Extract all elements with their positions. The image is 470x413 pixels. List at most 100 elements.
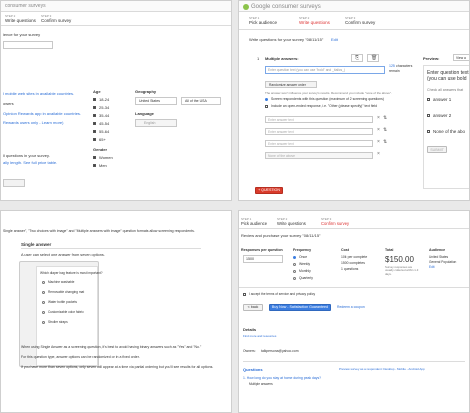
- audience-edit-link[interactable]: Edit: [429, 265, 435, 270]
- copy-question-button[interactable]: ⎘: [351, 54, 363, 62]
- answer-input[interactable]: Enter answer text: [265, 140, 373, 147]
- answer-placeholder: Enter answer text: [268, 118, 294, 122]
- back-button[interactable]: < back: [243, 304, 263, 311]
- tab-write-questions-active[interactable]: Write questions: [299, 20, 330, 25]
- question-text-input[interactable]: Enter question text (you can use "bold" …: [265, 66, 385, 74]
- preview-answer-checkbox[interactable]: [427, 98, 430, 101]
- answer-input[interactable]: Enter answer text: [265, 116, 373, 123]
- screen-respondents-label: Screen respondents with this question (m…: [271, 97, 384, 101]
- close-icon[interactable]: ×: [377, 116, 380, 121]
- screen-respondents-option[interactable]: [265, 98, 268, 101]
- preview-answer-checkbox[interactable]: [427, 114, 430, 117]
- redeem-coupon-link[interactable]: Redeem a coupon: [337, 305, 365, 310]
- more-resources-link[interactable]: Find more and resources: [243, 334, 276, 339]
- reorder-icon[interactable]: ⇅: [383, 116, 387, 121]
- frequency-label: Once: [299, 255, 308, 259]
- terms-checkbox[interactable]: [243, 293, 246, 296]
- gender-checkbox-men[interactable]: [93, 164, 96, 167]
- age-label: 55-64: [99, 129, 110, 134]
- divider: [1, 25, 231, 26]
- phone-option-radio[interactable]: [42, 291, 45, 294]
- age-checkbox[interactable]: [93, 122, 96, 125]
- delete-question-button[interactable]: 🗑: [367, 54, 379, 62]
- close-icon[interactable]: ×: [377, 152, 380, 157]
- age-checkbox[interactable]: [93, 130, 96, 133]
- buy-now-button[interactable]: Buy Now - Satisfaction Guaranteed: [269, 304, 331, 311]
- next-button-area[interactable]: [3, 179, 25, 187]
- divider: [243, 361, 465, 362]
- open-ended-label: Include an open-ended response, i.e. "Ot…: [271, 104, 378, 108]
- option-rewards-app[interactable]: Opinion Rewards app in available countri…: [3, 111, 81, 116]
- option-mobile-web[interactable]: l mobile web sites in available countrie…: [3, 91, 74, 96]
- none-above-input[interactable]: None of the above: [265, 152, 373, 159]
- gender-checkbox-women[interactable]: [93, 156, 96, 159]
- age-label: 25-34: [99, 105, 110, 110]
- phone-option-radio[interactable]: [42, 281, 45, 284]
- language-select[interactable]: English: [135, 119, 177, 127]
- reorder-icon[interactable]: ⇅: [383, 128, 387, 133]
- formats-note: Single answer", "Two choices with image"…: [3, 229, 195, 233]
- question-1-link[interactable]: 1. How long do you stay at home during p…: [243, 376, 321, 381]
- phone-option-label: Customizable color fabric: [48, 310, 84, 314]
- terms-label: I accept the terms of service and privac…: [249, 292, 316, 296]
- tab-confirm-survey[interactable]: Confirm survey: [345, 20, 375, 25]
- paragraph-randomize: For this question type, answer options c…: [21, 355, 140, 359]
- age-checkbox[interactable]: [93, 114, 96, 117]
- instruction-text: Write questions for your survey "08/11/1…: [249, 37, 324, 42]
- tab-confirm-survey[interactable]: Confirm survey: [41, 18, 71, 23]
- country-select[interactable]: United States: [135, 97, 177, 105]
- frequency-radio-quarterly[interactable]: [293, 277, 296, 280]
- audience-input[interactable]: [3, 41, 53, 49]
- question-number: 1: [257, 56, 260, 61]
- price-table-link[interactable]: ally length. See full price table.: [3, 160, 57, 165]
- age-checkbox[interactable]: [93, 138, 96, 141]
- paragraph-screening: When using Single Answer as a screening …: [21, 345, 202, 349]
- panel-confirm-survey: STEP 1 Pick audience STEP 2 Write questi…: [238, 210, 470, 413]
- tab-confirm-survey-active[interactable]: Confirm survey: [321, 221, 349, 226]
- preview-title: Preview:: [423, 56, 440, 61]
- intro-text: ience for your survey: [3, 32, 41, 37]
- tab-write-questions[interactable]: Write questions: [277, 221, 306, 226]
- age-checkbox[interactable]: [93, 98, 96, 101]
- age-title: Age: [93, 89, 101, 94]
- add-question-button[interactable]: + QUESTION: [255, 187, 283, 194]
- answer-order-select[interactable]: Randomize answer order: [265, 81, 317, 88]
- gender-label-women: Women: [99, 155, 113, 160]
- tab-pick-audience[interactable]: Pick audience: [249, 20, 277, 25]
- divider: [239, 287, 469, 288]
- question-type: Multiple answers:: [265, 56, 299, 61]
- frequency-radio-weekly[interactable]: [293, 263, 296, 266]
- close-icon[interactable]: ×: [377, 128, 380, 133]
- close-icon[interactable]: ×: [377, 140, 380, 145]
- preview-answer-checkbox[interactable]: [427, 130, 430, 133]
- tab-pick-audience[interactable]: Pick audience: [241, 221, 267, 226]
- preview-view-label: View a: [456, 56, 466, 60]
- open-ended-checkbox[interactable]: [265, 105, 268, 108]
- preview-submit-button[interactable]: SUBMIT: [427, 146, 447, 153]
- cost-line: 1500 completes: [341, 261, 365, 265]
- phone-option-radio[interactable]: [42, 321, 45, 324]
- age-checkbox[interactable]: [93, 106, 96, 109]
- frequency-radio-once[interactable]: [293, 256, 296, 259]
- question-1-type: Multiple answers: [249, 382, 273, 386]
- phone-option-radio[interactable]: [42, 301, 45, 304]
- tab-write-questions[interactable]: Write questions: [5, 18, 36, 23]
- answer-input[interactable]: Enter answer text: [265, 128, 373, 135]
- reorder-icon[interactable]: ⇅: [383, 140, 387, 145]
- footer-text-1: ll questions in your survey.: [3, 153, 50, 158]
- frequency-radio-monthly[interactable]: [293, 270, 296, 273]
- edit-link[interactable]: Edit: [331, 37, 338, 42]
- phone-option-label: Machine washable: [48, 280, 75, 284]
- option-rewards-users[interactable]: Rewards users only - Learn more): [3, 120, 63, 125]
- phone-option-radio[interactable]: [42, 311, 45, 314]
- preview-links[interactable]: Preview survey as a respondent: Desktop …: [339, 367, 425, 372]
- panel-question-formats: Single answer", "Two choices with image"…: [0, 210, 232, 413]
- cost-line: 10¢ per complete: [341, 255, 368, 259]
- region-value: All of the USA: [185, 99, 207, 103]
- total-title: Total: [385, 248, 394, 252]
- region-select[interactable]: All of the USA: [181, 97, 221, 105]
- preview-view-select[interactable]: View a: [453, 54, 469, 61]
- paragraph-partial-ordering: If you have more than seven options, onl…: [21, 365, 214, 369]
- panel-write-questions: Google consumer surveys STEP 1 Pick audi…: [238, 0, 470, 201]
- responses-input[interactable]: 1500: [243, 255, 283, 263]
